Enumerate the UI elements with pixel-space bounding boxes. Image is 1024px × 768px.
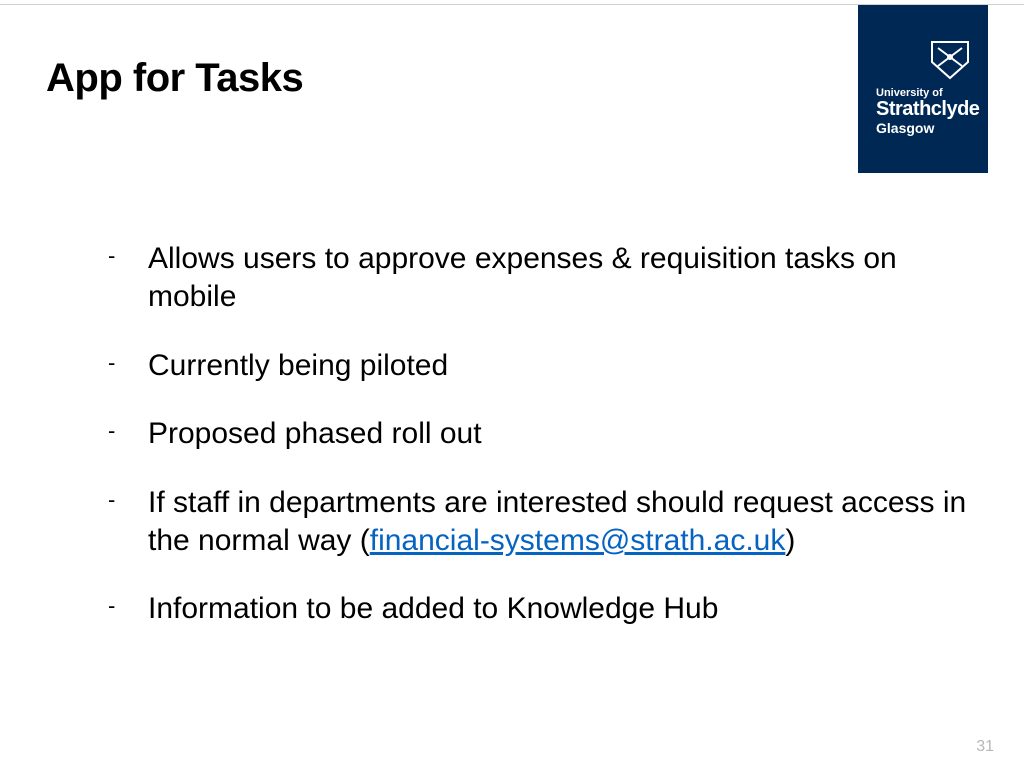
list-item: If staff in departments are interested s… xyxy=(100,484,974,561)
logo-strathclyde: Strathclyde xyxy=(876,99,978,120)
university-logo: University of Strathclyde Glasgow xyxy=(858,5,988,173)
crest-icon xyxy=(928,40,972,80)
bullet-text: Proposed phased roll out xyxy=(148,417,482,450)
bullet-text: Allows users to approve expenses & requi… xyxy=(148,242,897,313)
bullet-text: Information to be added to Knowledge Hub xyxy=(148,592,718,625)
page-number: 31 xyxy=(976,738,994,756)
list-item: Information to be added to Knowledge Hub xyxy=(100,590,974,628)
list-item: Currently being piloted xyxy=(100,347,974,385)
email-link[interactable]: financial-systems@strath.ac.uk xyxy=(370,524,786,557)
bullet-text-post: ) xyxy=(785,524,795,557)
list-item: Proposed phased roll out xyxy=(100,415,974,453)
bullet-list: Allows users to approve expenses & requi… xyxy=(100,240,974,659)
slide-title: App for Tasks xyxy=(46,56,303,101)
list-item: Allows users to approve expenses & requi… xyxy=(100,240,974,317)
bullet-text: Currently being piloted xyxy=(148,349,448,382)
logo-glasgow: Glasgow xyxy=(876,121,978,136)
